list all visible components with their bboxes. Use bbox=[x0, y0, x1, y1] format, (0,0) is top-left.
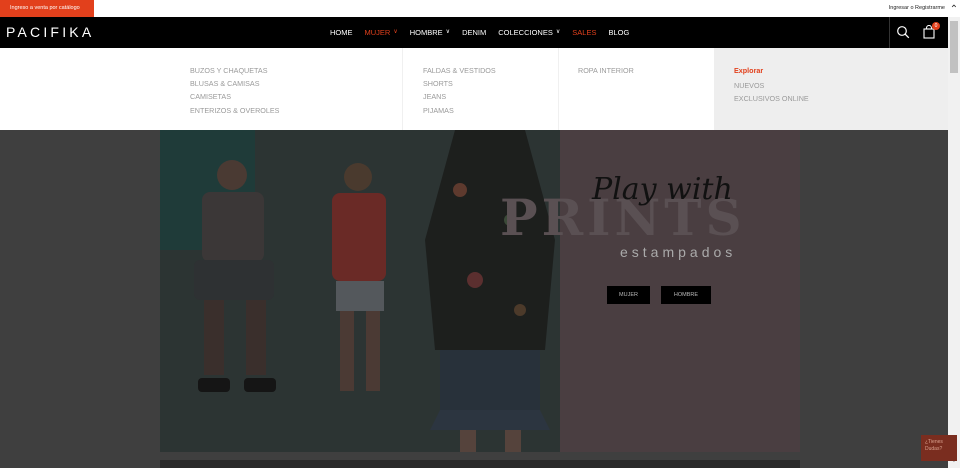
next-banner-strip bbox=[160, 460, 800, 468]
nav-item-label: COLECCIONES bbox=[498, 28, 553, 37]
mujer-mega-menu: BUZOS Y CHAQUETAS BLUSAS & CAMISAS CAMISET… bbox=[0, 48, 948, 130]
login-register-link[interactable]: Ingresar o Registrarme bbox=[889, 0, 945, 16]
hero-mujer-button[interactable]: MUJER bbox=[607, 286, 650, 304]
hero-headline: Play with bbox=[592, 172, 733, 207]
mega-menu-column-3: ROPA INTERIOR bbox=[558, 48, 714, 130]
female-model-jacket-figure bbox=[425, 130, 555, 452]
nav-item-label: HOME bbox=[330, 28, 353, 37]
mega-menu-link[interactable]: BUZOS Y CHAQUETAS bbox=[190, 64, 402, 77]
nav-divider bbox=[889, 17, 890, 48]
help-chat-button[interactable]: ¿Tienes Dudas? bbox=[921, 435, 957, 461]
mega-menu-link[interactable]: JEANS bbox=[423, 90, 558, 103]
mega-menu-link[interactable]: FALDAS & VESTIDOS bbox=[423, 64, 558, 77]
mega-menu-explore-column: Explorar NUEVOS EXCLUSIVOS ONLINE bbox=[714, 48, 948, 130]
mega-menu-link[interactable]: ENTERIZOS & OVEROLES bbox=[190, 104, 402, 117]
mega-menu-link[interactable]: BLUSAS & CAMISAS bbox=[190, 77, 402, 90]
mega-menu-link[interactable]: PIJAMAS bbox=[423, 104, 558, 117]
mega-menu-link[interactable]: CAMISETAS bbox=[190, 90, 402, 103]
hero-banner[interactable]: PRINTS Play with estampados MUJER HOMBRE bbox=[160, 130, 800, 452]
nav-item-home[interactable]: HOME bbox=[330, 17, 353, 48]
chevron-down-icon: ∨ bbox=[445, 29, 451, 35]
male-model-figure bbox=[194, 160, 276, 392]
chevron-down-icon: ∨ bbox=[393, 29, 398, 35]
nav-item-label: DENIM bbox=[462, 28, 487, 37]
nav-item-label: HOMBRE bbox=[409, 28, 443, 37]
cart-count-badge: 0 bbox=[932, 22, 940, 30]
nav-item-label: SALES bbox=[572, 28, 597, 37]
nav-item-label: BLOG bbox=[608, 28, 630, 37]
explore-title: Explorar bbox=[734, 66, 764, 75]
nav-item-denim[interactable]: DENIM bbox=[462, 17, 486, 48]
mega-menu-link[interactable]: ROPA INTERIOR bbox=[578, 64, 714, 77]
nav-item-blog[interactable]: BLOG bbox=[608, 17, 629, 48]
mega-menu-link[interactable]: SHORTS bbox=[423, 77, 558, 90]
nav-item-hombre[interactable]: HOMBRE ∨ bbox=[410, 17, 450, 48]
mega-menu-link[interactable]: NUEVOS bbox=[734, 79, 948, 92]
female-model-figure bbox=[332, 163, 386, 391]
nav-item-label: MUJER bbox=[364, 28, 391, 37]
main-navbar: PACIFIKA HOME MUJER ∨ HOMBRE ∨ DENIM COLECCION… bbox=[0, 17, 948, 48]
search-icon[interactable] bbox=[896, 25, 910, 39]
main-menu: HOME MUJER ∨ HOMBRE ∨ DENIM COLECCIONES ∨ SALES B… bbox=[330, 17, 641, 48]
mega-menu-link[interactable]: EXCLUSIVOS ONLINE bbox=[734, 92, 948, 105]
nav-item-colecciones[interactable]: COLECCIONES ∨ bbox=[498, 17, 560, 48]
mega-menu-column-2: FALDAS & VESTIDOS SHORTS JEANS PIJAMAS bbox=[402, 48, 558, 130]
page-scrollbar[interactable] bbox=[948, 17, 960, 468]
nav-item-mujer[interactable]: MUJER ∨ bbox=[365, 17, 398, 48]
scroll-up-icon[interactable]: ⌃ bbox=[948, 0, 960, 17]
nav-item-sales[interactable]: SALES bbox=[572, 17, 596, 48]
scrollbar-thumb[interactable] bbox=[950, 21, 958, 73]
catalog-sales-button[interactable]: Ingreso a venta por catálogo bbox=[0, 0, 94, 17]
mega-menu-column-1: BUZOS Y CHAQUETAS BLUSAS & CAMISAS CAMISET… bbox=[190, 48, 402, 130]
brand-logo[interactable]: PACIFIKA bbox=[6, 17, 94, 48]
hero-hombre-button[interactable]: HOMBRE bbox=[661, 286, 711, 304]
chevron-down-icon: ∨ bbox=[555, 29, 561, 35]
top-bar: Ingreso a venta por catálogo Ingresar o … bbox=[0, 0, 960, 17]
hero-subtitle: estampados bbox=[620, 244, 737, 260]
